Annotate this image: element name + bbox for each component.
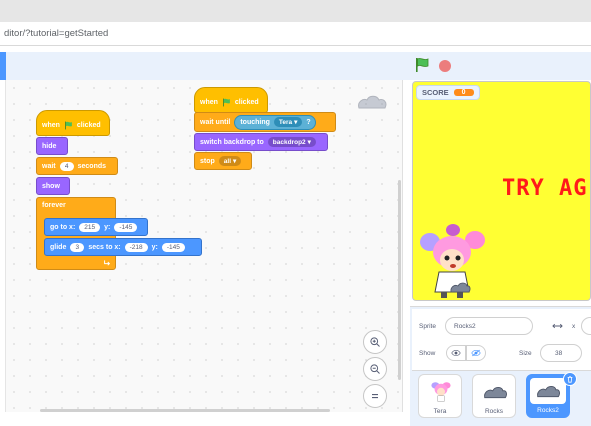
green-flag-icon[interactable] (414, 57, 430, 73)
backdrop-value: backdrop2 (272, 138, 306, 146)
switch-backdrop-label: switch backdrop to (200, 138, 264, 146)
zoom-in-icon (370, 337, 380, 347)
eye-icon (451, 349, 461, 357)
try-again-text: TRY AG (502, 176, 588, 201)
zoom-reset-icon (372, 393, 378, 399)
sprite-thumb-rocks[interactable]: Rocks (472, 374, 516, 418)
glide-label: glide (50, 243, 67, 251)
size-value: 38 (555, 349, 563, 357)
dropdown-arrow-icon: ▾ (294, 119, 298, 126)
stage[interactable]: SCORE 0 TRY AG (412, 81, 591, 301)
size-input[interactable]: 38 (540, 344, 582, 362)
zoom-reset-button[interactable] (363, 384, 387, 408)
show-label: Show (419, 350, 436, 357)
when-label: when (42, 121, 60, 129)
wait-until-block[interactable]: wait until touching Tera ▾ ? (194, 112, 336, 132)
wait-until-label: wait until (200, 118, 231, 126)
touching-target-value: Tera (278, 118, 293, 126)
url-text[interactable]: ditor/?tutorial=getStarted (4, 28, 108, 39)
code-area-bottom (0, 412, 410, 426)
when-label: when (200, 98, 218, 106)
show-visible-button[interactable] (446, 345, 466, 361)
browser-address-bar[interactable]: ditor/?tutorial=getStarted (0, 22, 591, 46)
show-block[interactable]: show (36, 177, 70, 195)
score-monitor[interactable]: SCORE 0 (416, 85, 480, 100)
stop-option-value: all (223, 157, 232, 165)
sprite-label: Sprite (419, 323, 436, 330)
delete-sprite-button[interactable] (563, 372, 577, 386)
sprite-thumb-tera[interactable]: Tera (418, 374, 462, 418)
switch-backdrop-block[interactable]: switch backdrop to backdrop2 ▾ (194, 133, 328, 151)
x-position-input[interactable] (581, 317, 591, 335)
tera-thumb-icon (431, 382, 451, 402)
glide-secs-input[interactable]: 3 (70, 242, 85, 252)
glide-y-label: y: (151, 243, 158, 251)
rocks2-thumb-icon (537, 385, 560, 398)
trash-icon (567, 376, 573, 383)
code-vertical-scrollbar[interactable] (398, 180, 401, 380)
sprite-thumb-label: Rocks (484, 408, 504, 415)
hide-block[interactable]: hide (36, 137, 68, 155)
wait-seconds-block[interactable]: wait 4 seconds (36, 157, 118, 175)
wait-label: wait (42, 162, 56, 170)
go-to-x-input[interactable]: 215 (79, 222, 101, 232)
sprite-name-value: Rocks2 (454, 322, 476, 330)
show-label: show (42, 182, 60, 190)
arrows-x-icon (552, 323, 563, 329)
forever-label: forever (42, 202, 66, 209)
code-area[interactable]: when clicked hide wait 4 seconds show fo… (6, 80, 403, 412)
when-flag-clicked-block-a[interactable]: when clicked (36, 110, 110, 136)
touching-block[interactable]: touching Tera ▾ ? (234, 114, 316, 130)
glide-block[interactable]: glide 3 secs to x: -218 y: -145 (44, 238, 202, 256)
score-label: SCORE (422, 88, 449, 97)
seconds-label: seconds (77, 162, 107, 170)
stop-option-dropdown[interactable]: all ▾ (218, 156, 242, 166)
zoom-out-icon (370, 364, 380, 374)
x-label: x (572, 323, 576, 330)
browser-tab-strip (0, 0, 591, 22)
question-mark: ? (306, 118, 311, 126)
loop-arrow-icon (104, 260, 111, 266)
dropdown-arrow-icon: ▾ (233, 158, 237, 165)
green-flag-icon (223, 98, 230, 106)
zoom-out-button[interactable] (363, 357, 387, 381)
secs-to-label: secs to x: (88, 243, 121, 251)
dropdown-arrow-icon: ▾ (307, 139, 311, 146)
stop-block[interactable]: stop all ▾ (194, 152, 252, 170)
sprite-thumb-label: Tera (433, 408, 447, 415)
go-to-label: go to x: (50, 223, 76, 231)
hide-label: hide (42, 142, 57, 150)
touching-label: touching (240, 118, 270, 126)
clicked-label: clicked (76, 121, 101, 129)
when-flag-clicked-block-b[interactable]: when clicked (194, 87, 268, 113)
green-flag-icon (65, 121, 72, 129)
sprite-thumb-label: Rocks2 (537, 407, 559, 414)
wait-seconds-input[interactable]: 4 (59, 161, 74, 171)
stop-icon[interactable] (439, 60, 451, 72)
touching-target-dropdown[interactable]: Tera ▾ (273, 117, 303, 127)
go-to-xy-block[interactable]: go to x: 215 y: -145 (44, 218, 148, 236)
sprite-name-input[interactable]: Rocks2 (445, 317, 533, 335)
size-label: Size (519, 350, 532, 357)
glide-y-input[interactable]: -145 (161, 242, 185, 252)
stage-header-bar (0, 52, 591, 80)
stop-label: stop (200, 157, 215, 165)
rocks2-sprite[interactable] (449, 280, 471, 294)
score-value: 0 (453, 89, 474, 96)
eye-hidden-icon (471, 349, 481, 357)
show-hidden-button[interactable] (466, 345, 486, 361)
menu-accent (0, 52, 6, 80)
zoom-in-button[interactable] (363, 330, 387, 354)
clicked-label: clicked (234, 98, 259, 106)
go-to-y-label: y: (104, 223, 111, 231)
backdrop-dropdown[interactable]: backdrop2 ▾ (267, 137, 316, 147)
glide-x-input[interactable]: -218 (124, 242, 148, 252)
rocks-thumb-icon (484, 386, 507, 399)
go-to-y-input[interactable]: -145 (114, 222, 138, 232)
current-sprite-ghost-icon (358, 95, 387, 109)
sprite-info-panel: Sprite Rocks2 x Show Size 38 (412, 309, 591, 371)
